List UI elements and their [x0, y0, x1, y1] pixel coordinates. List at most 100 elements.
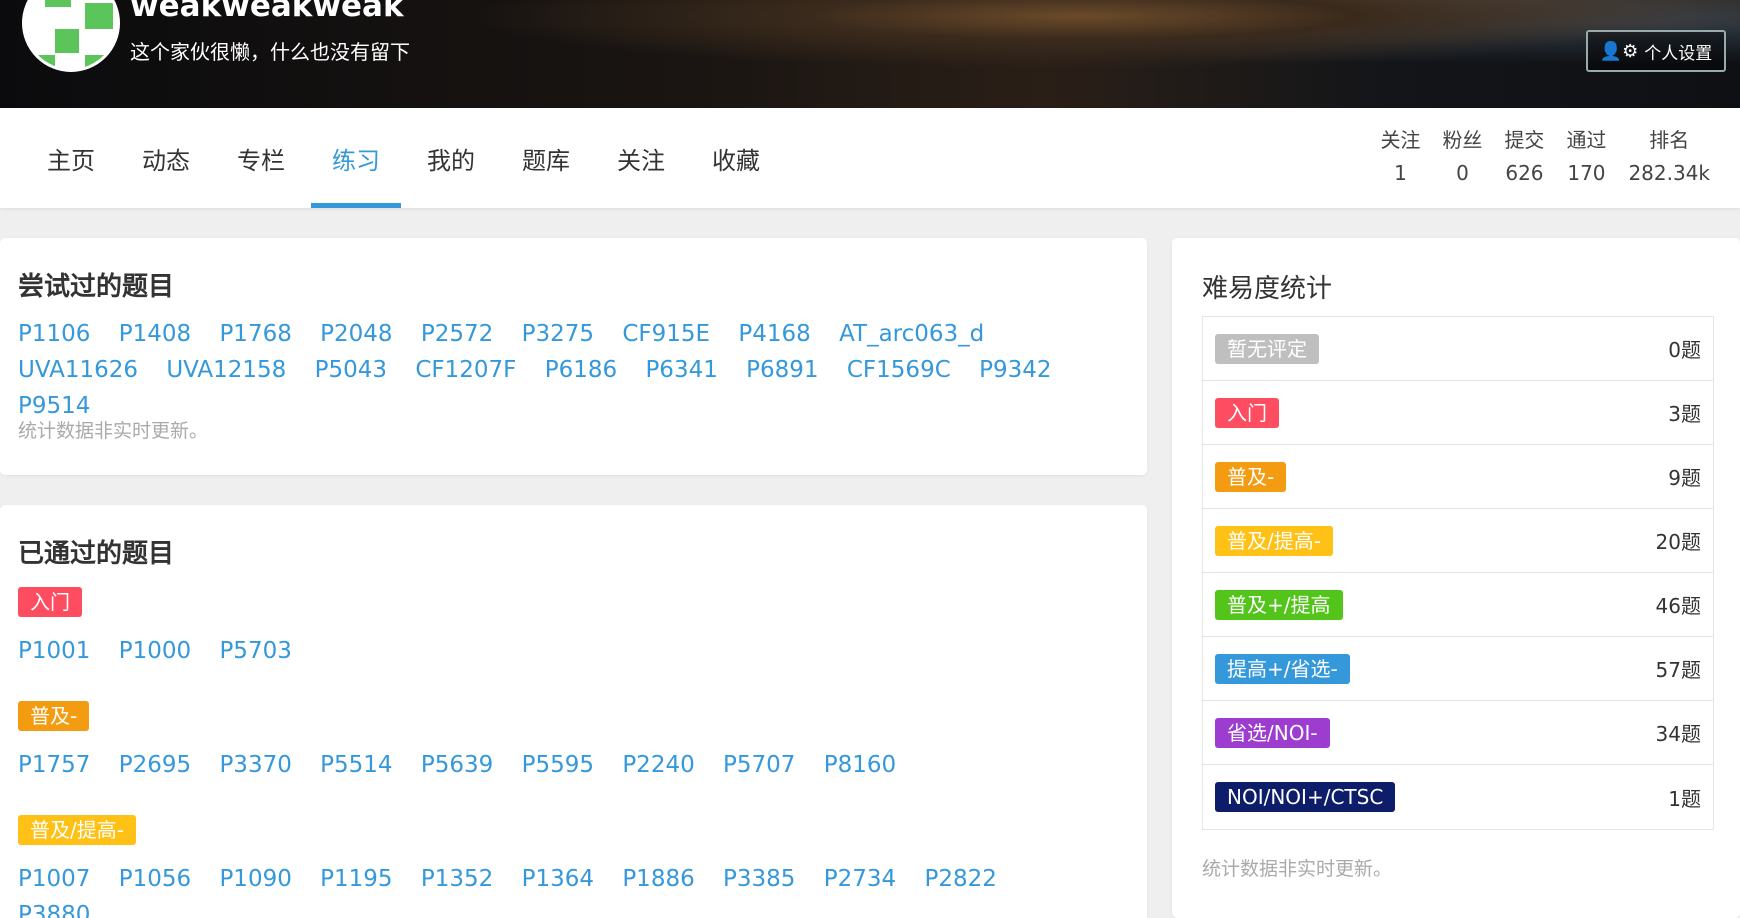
- problem-link[interactable]: P3275: [522, 321, 594, 347]
- difficulty-stats-card: 难易度统计 暂无评定 0题 入门 3题 普及- 9题 普及/提高- 20题 普及+/提高 46题提…: [1172, 238, 1740, 918]
- problem-link[interactable]: P1195: [320, 866, 392, 892]
- problem-link[interactable]: P6186: [545, 357, 617, 383]
- difficulty-row[interactable]: NOI/NOI+/CTSC 1题: [1203, 765, 1713, 829]
- passed-problems-card: 已通过的题目 入门 P1001 P1000 P5703 普及- P1757 P269…: [0, 505, 1147, 918]
- difficulty-row[interactable]: 入门 3题: [1203, 381, 1713, 445]
- problem-link[interactable]: P5703: [219, 638, 291, 664]
- passed-problem-list: P1007 P1056 P1090 P1195 P1352 P1364 P188…: [18, 861, 1098, 918]
- problem-link[interactable]: P5595: [522, 752, 594, 778]
- stat-value: 1: [1394, 161, 1407, 185]
- problem-link[interactable]: P2240: [622, 752, 694, 778]
- stat-value: 170: [1567, 161, 1606, 185]
- difficulty-table: 暂无评定 0题 入门 3题 普及- 9题 普及/提高- 20题 普及+/提高 46题 提高+/省选-…: [1202, 316, 1714, 830]
- tab-2[interactable]: 专栏: [216, 108, 306, 208]
- profile-navbar: 主页 动态 专栏 练习 我的 题库 关注 收藏 关注 1 粉丝 0 提交 626 通过 170 排名 282.3…: [0, 108, 1740, 208]
- difficulty-tag: 普及/提高-: [1215, 525, 1333, 556]
- problem-link[interactable]: P1106: [18, 321, 90, 347]
- username: weakweakweak: [130, 0, 404, 24]
- difficulty-title: 难易度统计: [1202, 274, 1333, 304]
- problem-link[interactable]: P1056: [119, 866, 191, 892]
- problem-link[interactable]: P1001: [18, 638, 90, 664]
- stat-2[interactable]: 提交 626: [1504, 124, 1544, 185]
- tab-6[interactable]: 关注: [596, 108, 686, 208]
- problem-link[interactable]: CF915E: [622, 321, 710, 347]
- problem-link[interactable]: UVA12158: [166, 357, 286, 383]
- passed-problem-list: P1001 P1000 P5703: [18, 633, 1098, 669]
- problem-link[interactable]: P5639: [421, 752, 493, 778]
- difficulty-row[interactable]: 普及/提高- 20题: [1203, 509, 1713, 573]
- problem-link[interactable]: P2822: [924, 866, 996, 892]
- difficulty-tag: 提高+/省选-: [1215, 653, 1350, 684]
- difficulty-row[interactable]: 普及+/提高 46题: [1203, 573, 1713, 637]
- difficulty-tag: 入门: [18, 587, 82, 617]
- problem-link[interactable]: P5514: [320, 752, 392, 778]
- problem-link[interactable]: CF1569C: [847, 357, 951, 383]
- stat-0[interactable]: 关注 1: [1380, 124, 1420, 185]
- tab-5[interactable]: 题库: [501, 108, 591, 208]
- tab-4[interactable]: 我的: [406, 108, 496, 208]
- difficulty-row[interactable]: 普及- 9题: [1203, 445, 1713, 509]
- problem-link[interactable]: P3370: [219, 752, 291, 778]
- tab-7[interactable]: 收藏: [691, 108, 781, 208]
- difficulty-tag: 普及+/提高: [1215, 589, 1343, 620]
- stat-label: 排名: [1649, 128, 1690, 152]
- problem-link[interactable]: UVA11626: [18, 357, 138, 383]
- problem-link[interactable]: P9342: [979, 357, 1051, 383]
- tab-1[interactable]: 动态: [121, 108, 211, 208]
- passed-problem-list: P1757 P2695 P3370 P5514 P5639 P5595 P224…: [18, 747, 1098, 783]
- user-stats: 关注 1 粉丝 0 提交 626 通过 170 排名 282.34k: [1358, 124, 1710, 185]
- avatar[interactable]: [22, 0, 120, 72]
- user-gear-icon: 👤⚙: [1599, 40, 1639, 62]
- difficulty-count: 34题: [1655, 722, 1701, 746]
- problem-link[interactable]: P6341: [645, 357, 717, 383]
- problem-link[interactable]: P2734: [824, 866, 896, 892]
- problem-link[interactable]: P1768: [219, 321, 291, 347]
- stat-1[interactable]: 粉丝 0: [1442, 124, 1482, 185]
- problem-link[interactable]: P1352: [421, 866, 493, 892]
- problem-link[interactable]: P5707: [723, 752, 795, 778]
- problem-link[interactable]: P2572: [421, 321, 493, 347]
- problem-link[interactable]: P1408: [119, 321, 191, 347]
- stat-label: 关注: [1380, 128, 1421, 152]
- problem-link[interactable]: AT_arc063_d: [839, 321, 984, 347]
- difficulty-row[interactable]: 省选/NOI- 34题: [1203, 701, 1713, 765]
- tab-3[interactable]: 练习: [311, 108, 401, 208]
- problem-link[interactable]: P2695: [119, 752, 191, 778]
- tab-0[interactable]: 主页: [26, 108, 116, 208]
- problem-link[interactable]: P1090: [219, 866, 291, 892]
- passed-title: 已通过的题目: [18, 539, 175, 569]
- stat-label: 通过: [1566, 128, 1607, 152]
- difficulty-tag: NOI/NOI+/CTSC: [1215, 782, 1396, 812]
- tried-note: 统计数据非实时更新。: [18, 420, 209, 442]
- problem-link[interactable]: P1757: [18, 752, 90, 778]
- difficulty-count: 1题: [1668, 786, 1701, 811]
- difficulty-note: 统计数据非实时更新。: [1202, 858, 1393, 880]
- problem-link[interactable]: P4168: [738, 321, 810, 347]
- personal-settings-button[interactable]: 👤⚙ 个人设置: [1586, 30, 1726, 72]
- difficulty-count: 20题: [1655, 530, 1701, 554]
- problem-link[interactable]: P3880: [18, 902, 90, 918]
- tried-problem-list: P1106 P1408 P1768 P2048 P2572 P3275 CF91…: [18, 316, 1098, 424]
- problem-link[interactable]: P1886: [622, 866, 694, 892]
- nav-tabs: 主页 动态 专栏 练习 我的 题库 关注 收藏: [26, 108, 786, 208]
- problem-link[interactable]: P3385: [723, 866, 795, 892]
- problem-link[interactable]: P5043: [315, 357, 387, 383]
- difficulty-row[interactable]: 提高+/省选- 57题: [1203, 637, 1713, 701]
- problem-link[interactable]: P2048: [320, 321, 392, 347]
- user-bio: 这个家伙很懒，什么也没有留下: [130, 40, 410, 64]
- stat-4[interactable]: 排名 282.34k: [1628, 124, 1710, 185]
- problem-link[interactable]: P8160: [824, 752, 896, 778]
- stat-value: 282.34k: [1628, 161, 1710, 185]
- problem-link[interactable]: P1007: [18, 866, 90, 892]
- problem-link[interactable]: CF1207F: [415, 357, 516, 383]
- problem-link[interactable]: P1000: [119, 638, 191, 664]
- difficulty-row[interactable]: 暂无评定 0题: [1203, 317, 1713, 381]
- difficulty-count: 0题: [1668, 338, 1701, 362]
- difficulty-tag: 普及-: [1215, 461, 1287, 492]
- difficulty-count: 9题: [1668, 466, 1701, 490]
- difficulty-tag: 普及/提高-: [18, 815, 136, 845]
- problem-link[interactable]: P1364: [522, 866, 594, 892]
- settings-label: 个人设置: [1644, 43, 1713, 64]
- stat-3[interactable]: 通过 170: [1566, 124, 1606, 185]
- problem-link[interactable]: P6891: [746, 357, 818, 383]
